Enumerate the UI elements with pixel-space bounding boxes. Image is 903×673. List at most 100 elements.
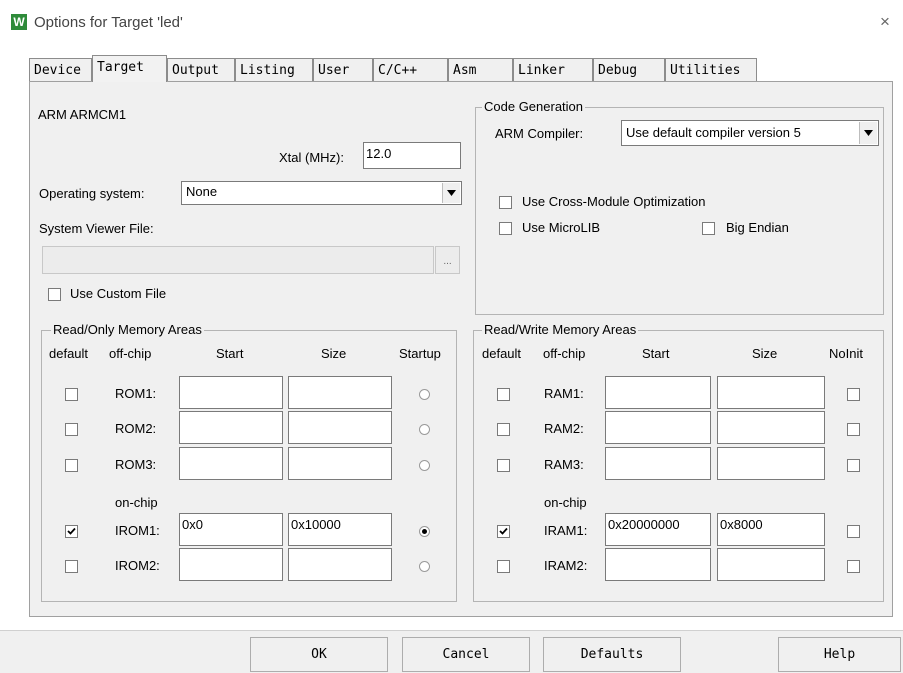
rom-size-input[interactable]: 0x10000	[288, 513, 392, 546]
cross-module-checkbox[interactable]	[499, 196, 512, 209]
startup-radio[interactable]	[419, 561, 430, 572]
ram-row-label: IRAM1:	[544, 523, 588, 538]
defaults-button[interactable]: Defaults	[543, 637, 681, 672]
rom-onchip-label: on-chip	[115, 495, 158, 510]
rom-size-input[interactable]	[288, 376, 392, 409]
startup-radio[interactable]	[419, 526, 430, 537]
ram-default-checkbox[interactable]	[497, 560, 510, 573]
noinit-checkbox[interactable]	[847, 459, 860, 472]
rom-header-offchip: off-chip	[109, 346, 152, 361]
ram-row-label: RAM1:	[544, 386, 584, 401]
rom-start-input[interactable]	[179, 411, 283, 444]
xtal-label: Xtal (MHz):	[279, 150, 344, 165]
tab-linker[interactable]: Linker	[513, 58, 593, 81]
code-generation-legend: Code Generation	[482, 99, 586, 114]
rom-row-label: IROM1:	[115, 523, 160, 538]
ram-row-label: RAM3:	[544, 457, 584, 472]
rom-default-checkbox[interactable]	[65, 560, 78, 573]
rom-legend: Read/Only Memory Areas	[51, 322, 204, 337]
ok-button[interactable]: OK	[250, 637, 388, 672]
rom-row-label: ROM2:	[115, 421, 157, 436]
tab-user[interactable]: User	[313, 58, 373, 81]
noinit-checkbox[interactable]	[847, 525, 860, 538]
svf-input	[42, 246, 434, 274]
rom-default-checkbox[interactable]	[65, 388, 78, 401]
tab-asm[interactable]: Asm	[448, 58, 513, 81]
noinit-checkbox[interactable]	[847, 388, 860, 401]
tab-output[interactable]: Output	[167, 58, 235, 81]
tab-debug[interactable]: Debug	[593, 58, 665, 81]
rom-start-input[interactable]: 0x0	[179, 513, 283, 546]
big-endian-checkbox[interactable]	[702, 222, 715, 235]
check-icon	[67, 527, 76, 535]
window-title: Options for Target 'led'	[34, 14, 183, 31]
startup-radio[interactable]	[419, 389, 430, 400]
microlib-checkbox[interactable]	[499, 222, 512, 235]
big-endian-label: Big Endian	[726, 220, 789, 235]
ram-default-checkbox[interactable]	[497, 423, 510, 436]
browse-button: ...	[435, 246, 460, 274]
chevron-down-icon[interactable]	[442, 183, 460, 203]
device-name: ARM ARMCM1	[38, 107, 127, 122]
use-custom-file-label: Use Custom File	[70, 286, 167, 301]
noinit-checkbox[interactable]	[847, 423, 860, 436]
chevron-down-icon[interactable]	[859, 122, 877, 144]
ram-size-input[interactable]: 0x8000	[717, 513, 825, 546]
ram-size-input[interactable]	[717, 447, 825, 480]
noinit-checkbox[interactable]	[847, 560, 860, 573]
tab-cpp[interactable]: C/C++	[373, 58, 448, 81]
rom-size-input[interactable]	[288, 447, 392, 480]
rom-start-input[interactable]	[179, 447, 283, 480]
cross-module-label: Use Cross-Module Optimization	[522, 194, 706, 209]
rom-header-size: Size	[321, 346, 347, 361]
ram-start-input[interactable]	[605, 411, 711, 444]
tab-device[interactable]: Device	[29, 58, 92, 81]
rom-default-checkbox[interactable]	[65, 423, 78, 436]
os-select[interactable]: None	[181, 181, 462, 205]
tab-target[interactable]: Target	[92, 55, 167, 82]
rom-row-label: IROM2:	[115, 558, 160, 573]
rom-header-start: Start	[216, 346, 244, 361]
rom-start-input[interactable]	[179, 376, 283, 409]
arm-compiler-label: ARM Compiler:	[495, 126, 584, 141]
ram-size-input[interactable]	[717, 376, 825, 409]
rom-size-input[interactable]	[288, 548, 392, 581]
help-button[interactable]: Help	[778, 637, 901, 672]
ram-row-label: RAM2:	[544, 421, 584, 436]
ram-default-checkbox[interactable]	[497, 459, 510, 472]
ram-default-checkbox[interactable]	[497, 388, 510, 401]
ram-start-input[interactable]	[605, 447, 711, 480]
ram-default-checkbox[interactable]	[497, 525, 510, 538]
ram-header-offchip: off-chip	[543, 346, 586, 361]
ram-header-default: default	[482, 346, 522, 361]
cancel-button[interactable]: Cancel	[402, 637, 530, 672]
app-icon: W	[11, 14, 27, 30]
ram-start-input[interactable]	[605, 376, 711, 409]
rom-start-input[interactable]	[179, 548, 283, 581]
startup-radio[interactable]	[419, 460, 430, 471]
close-icon[interactable]: ×	[880, 12, 890, 32]
ram-legend: Read/Write Memory Areas	[482, 322, 639, 337]
ram-size-input[interactable]	[717, 548, 825, 581]
arm-compiler-select[interactable]: Use default compiler version 5	[621, 120, 879, 146]
rom-size-input[interactable]	[288, 411, 392, 444]
ram-start-input[interactable]	[605, 548, 711, 581]
ram-row-label: IRAM2:	[544, 558, 588, 573]
rom-row-label: ROM3:	[115, 457, 157, 472]
tab-utilities[interactable]: Utilities	[665, 58, 757, 81]
xtal-input[interactable]: 12.0	[363, 142, 461, 169]
rom-row-label: ROM1:	[115, 386, 157, 401]
rom-default-checkbox[interactable]	[65, 459, 78, 472]
ram-onchip-label: on-chip	[544, 495, 587, 510]
ram-header-noinit: NoInit	[829, 346, 863, 361]
arm-compiler-value: Use default compiler version 5	[626, 125, 801, 140]
ram-start-input[interactable]: 0x20000000	[605, 513, 711, 546]
startup-radio[interactable]	[419, 424, 430, 435]
rom-default-checkbox[interactable]	[65, 525, 78, 538]
os-value: None	[186, 184, 218, 199]
ram-size-input[interactable]	[717, 411, 825, 444]
tab-listing[interactable]: Listing	[235, 58, 313, 81]
use-custom-file-checkbox[interactable]	[48, 288, 61, 301]
ram-header-start: Start	[642, 346, 670, 361]
microlib-label: Use MicroLIB	[522, 220, 601, 235]
